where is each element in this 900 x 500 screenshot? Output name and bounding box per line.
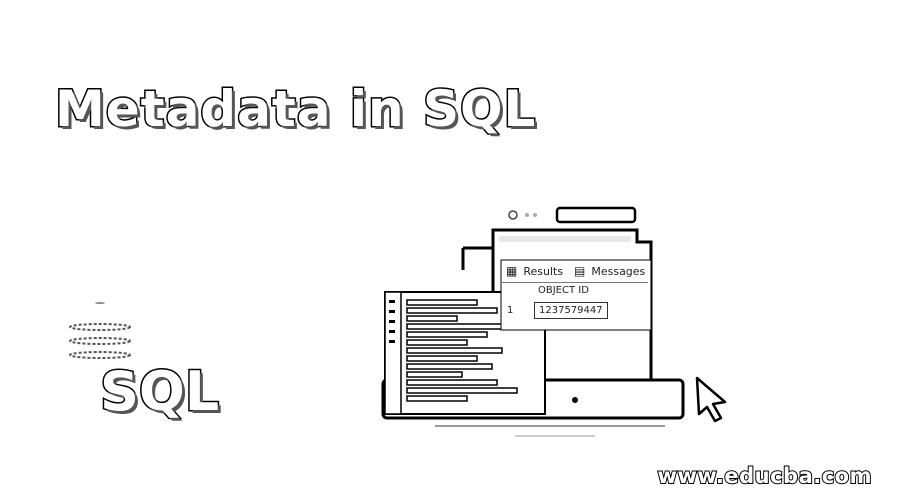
page-title: Metadata in SQL [53,79,537,140]
grid-icon: ▦ [506,264,518,278]
row-number: 1 [507,305,514,316]
window-dots-icon [508,210,537,220]
tab-results-label: Results [523,264,564,278]
tab-results[interactable]: ▦ Results [506,262,563,280]
sql-label: SQL [98,359,220,425]
cursor-icon [695,376,727,423]
tab-messages[interactable]: ▤ Messages [574,262,645,280]
column-header-label: OBJECT ID [538,285,589,296]
column-header: OBJECT ID [502,282,648,299]
messages-icon: ▤ [574,264,586,278]
database-stack-icon [69,302,131,359]
table-row[interactable]: 1 1237579447 [502,302,648,320]
tab-messages-label: Messages [591,264,646,278]
object-id-cell[interactable]: 1237579447 [534,302,608,319]
results-panel: ▦ Results ▤ Messages OBJECT ID 1 1237579… [502,262,648,327]
site-watermark: www.educba.com [657,463,873,489]
